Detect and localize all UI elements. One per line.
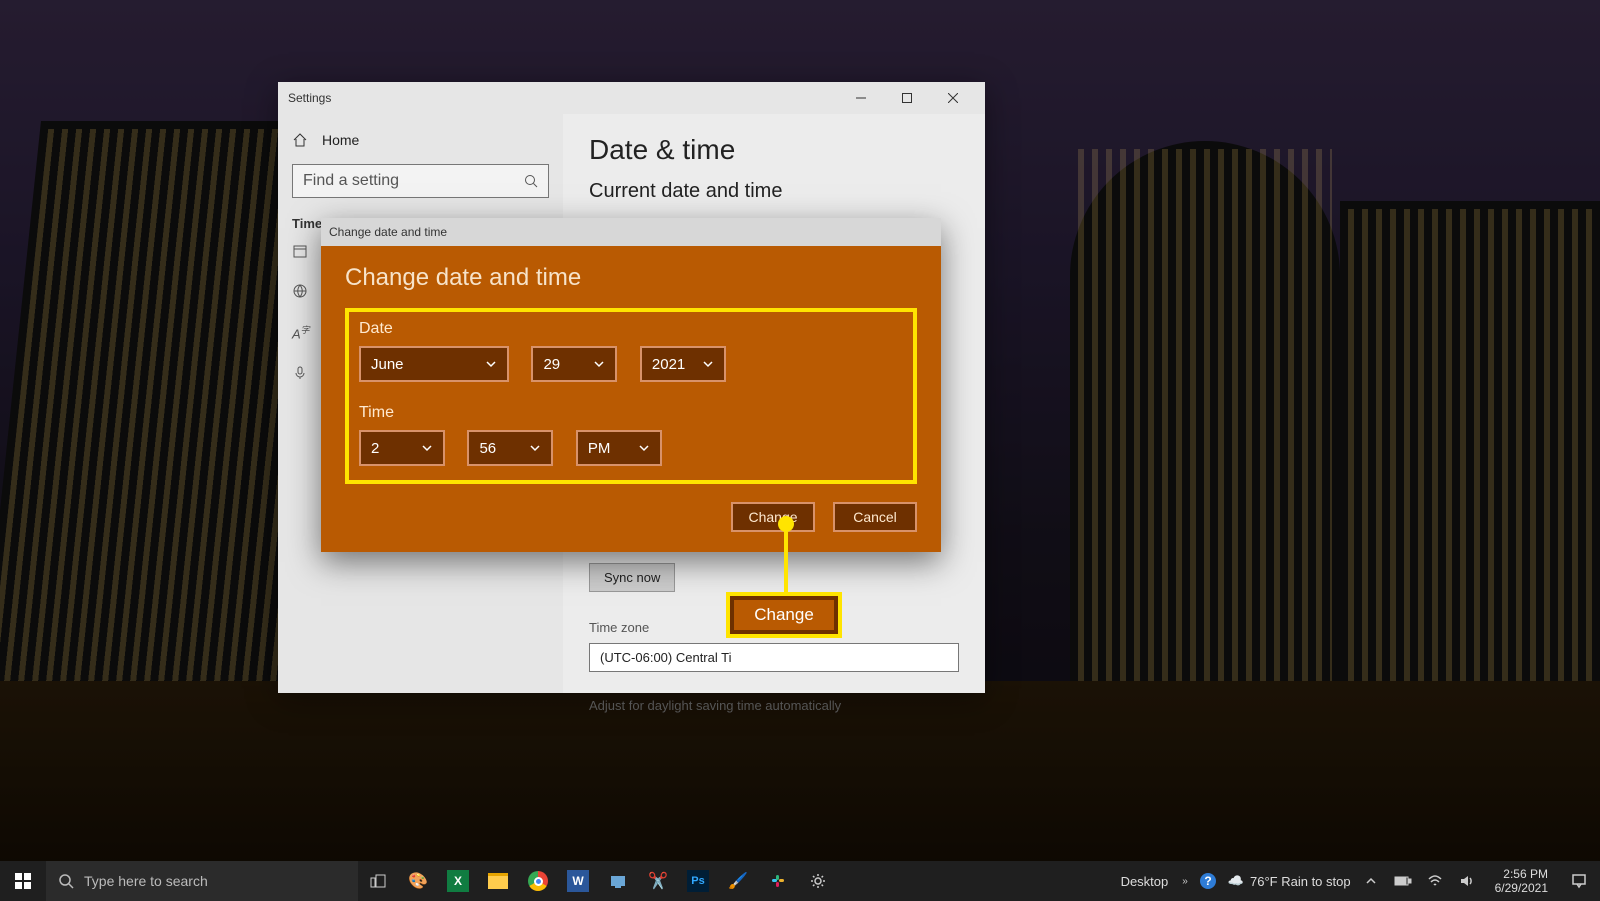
taskbar-app-photoshop[interactable]: Ps: [678, 861, 718, 901]
annotation-change-button: Change: [726, 592, 842, 638]
language-icon: A字: [292, 323, 310, 341]
taskbar-app-paint[interactable]: 🎨: [398, 861, 438, 901]
volume-icon[interactable]: [1455, 873, 1479, 889]
tray-overflow-icon[interactable]: [1359, 875, 1383, 887]
hour-dropdown[interactable]: 2: [359, 430, 445, 466]
taskbar-app-snip[interactable]: ✂️: [638, 861, 678, 901]
help-icon[interactable]: ?: [1196, 872, 1220, 890]
time-zone-dropdown[interactable]: (UTC-06:00) Central Ti: [589, 643, 959, 672]
taskbar-app-word[interactable]: W: [558, 861, 598, 901]
window-title: Settings: [288, 91, 331, 105]
dialog-cancel-button[interactable]: Cancel: [833, 502, 917, 532]
clock-time: 2:56 PM: [1495, 867, 1548, 881]
maximize-button[interactable]: [885, 83, 929, 113]
microphone-icon: [292, 365, 308, 381]
month-dropdown[interactable]: June: [359, 346, 509, 382]
minimize-button[interactable]: [839, 83, 883, 113]
taskbar-app-explorer[interactable]: [478, 861, 518, 901]
ampm-dropdown[interactable]: PM: [576, 430, 662, 466]
year-value: 2021: [652, 356, 685, 373]
desktop-peek-label[interactable]: Desktop: [1121, 874, 1169, 889]
datetime-highlight: Date June 29 2021 Time 2 56 PM: [345, 308, 917, 484]
section-title: Current date and time: [589, 180, 959, 203]
wifi-icon[interactable]: [1423, 873, 1447, 889]
dialog-titlebar: Change date and time: [321, 218, 941, 246]
sync-now-button[interactable]: Sync now: [589, 563, 675, 592]
chevron-down-icon: [529, 442, 541, 454]
chevron-down-icon: [593, 358, 605, 370]
search-icon: [524, 174, 538, 188]
page-title: Date & time: [589, 134, 959, 166]
minute-value: 56: [479, 440, 496, 457]
change-datetime-dialog: Change date and time Change date and tim…: [321, 218, 941, 552]
time-label: Time: [359, 404, 903, 422]
taskbar-app-settings[interactable]: [798, 861, 838, 901]
day-value: 29: [543, 356, 560, 373]
battery-icon[interactable]: [1391, 875, 1415, 887]
globe-icon: [292, 283, 308, 299]
chevron-down-icon: [485, 358, 497, 370]
svg-text:?: ?: [1204, 874, 1211, 888]
weather-widget[interactable]: ☁️ 76°F Rain to stop: [1228, 873, 1351, 889]
minute-dropdown[interactable]: 56: [467, 430, 553, 466]
hour-value: 2: [371, 440, 379, 457]
annotation-line: [784, 528, 788, 594]
taskbar-app-excel[interactable]: X: [438, 861, 478, 901]
taskbar-clock[interactable]: 2:56 PM 6/29/2021: [1487, 867, 1556, 895]
chevron-down-icon: [638, 442, 650, 454]
search-icon: [58, 873, 74, 889]
search-placeholder: Find a setting: [303, 172, 399, 190]
date-label: Date: [359, 320, 903, 338]
settings-search[interactable]: Find a setting: [292, 164, 549, 198]
taskbar-app-slack[interactable]: [758, 861, 798, 901]
task-view-icon[interactable]: [358, 861, 398, 901]
close-button[interactable]: [931, 83, 975, 113]
window-titlebar: Settings: [278, 82, 985, 114]
calendar-icon: [292, 243, 308, 259]
taskbar-app-generic1[interactable]: [598, 861, 638, 901]
day-dropdown[interactable]: 29: [531, 346, 617, 382]
weather-text: 76°F Rain to stop: [1250, 874, 1351, 889]
taskbar-app-palette[interactable]: 🖌️: [718, 861, 758, 901]
ampm-value: PM: [588, 440, 611, 457]
chevron-down-icon: [702, 358, 714, 370]
taskbar-app-chrome[interactable]: [518, 861, 558, 901]
start-button[interactable]: [0, 861, 46, 901]
home-label: Home: [322, 132, 359, 148]
action-center-icon[interactable]: [1564, 873, 1594, 889]
month-value: June: [371, 356, 404, 373]
home-icon: [292, 132, 308, 148]
year-dropdown[interactable]: 2021: [640, 346, 726, 382]
cloud-icon: ☁️: [1228, 873, 1244, 889]
annotation-change-label: Change: [730, 596, 838, 634]
dialog-heading: Change date and time: [345, 264, 917, 292]
dialog-change-button[interactable]: Change: [731, 502, 815, 532]
taskbar-search[interactable]: Type here to search: [46, 861, 358, 901]
chevron-up-icon[interactable]: »: [1182, 876, 1188, 887]
clock-date: 6/29/2021: [1495, 881, 1548, 895]
chevron-down-icon: [421, 442, 433, 454]
sidebar-home[interactable]: Home: [292, 124, 549, 164]
dst-label: Adjust for daylight saving time automati…: [589, 698, 959, 713]
taskbar-search-placeholder: Type here to search: [84, 873, 208, 889]
taskbar: Type here to search 🎨 X W ✂️ Ps 🖌️ Deskt…: [0, 861, 1600, 901]
